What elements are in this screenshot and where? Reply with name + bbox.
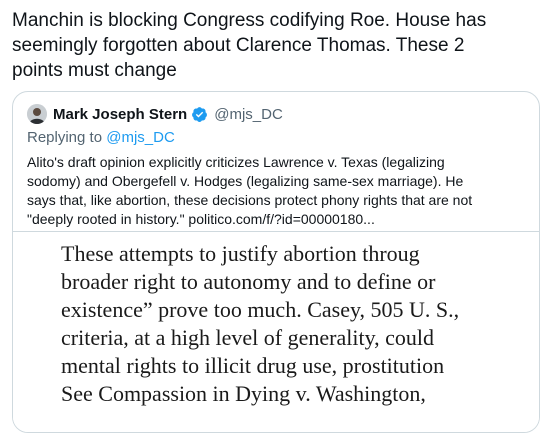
quoted-text-line: sodomy) and Obergefell v. Hodges (legali… bbox=[27, 173, 464, 189]
replying-to: Replying to @mjs_DC bbox=[27, 129, 175, 146]
scanned-opinion-text: These attempts to justify abortion throu… bbox=[61, 240, 459, 408]
quoted-tweet-card[interactable]: Mark Joseph Stern @mjs_DC Replying to @m… bbox=[12, 91, 540, 433]
quoted-text-line: "deeply rooted in history." politico.com… bbox=[27, 211, 375, 227]
replying-to-handle[interactable]: @mjs_DC bbox=[106, 129, 175, 146]
tweet-text-line: Manchin is blocking Congress codifying R… bbox=[12, 10, 487, 31]
quoted-tweet-image[interactable]: These attempts to justify abortion throu… bbox=[13, 231, 539, 432]
author-avatar[interactable] bbox=[27, 104, 47, 124]
tweet-text-line: points must change bbox=[12, 60, 177, 81]
scanned-text-line: criteria, at a high level of generality,… bbox=[61, 325, 435, 350]
scanned-text-line: mental rights to illicit drug use, prost… bbox=[61, 353, 445, 378]
author-handle[interactable]: @mjs_DC bbox=[214, 106, 283, 123]
scanned-text-line: See Compassion in Dying v. Washington, bbox=[61, 381, 426, 406]
quoted-tweet-header: Mark Joseph Stern @mjs_DC bbox=[27, 103, 283, 125]
tweet-text-line: seemingly forgotten about Clarence Thoma… bbox=[12, 35, 465, 56]
scanned-text-line: broader right to autonomy and to define … bbox=[61, 269, 436, 294]
author-name[interactable]: Mark Joseph Stern bbox=[53, 106, 187, 123]
replying-to-label: Replying to bbox=[27, 129, 103, 146]
quoted-tweet-text: Alito's draft opinion explicitly critici… bbox=[27, 153, 527, 229]
scanned-text-line: existence” prove too much. Casey, 505 U.… bbox=[61, 297, 460, 322]
tweet-text: Manchin is blocking Congress codifying R… bbox=[12, 8, 542, 83]
verified-badge-icon bbox=[191, 106, 208, 123]
quoted-text-line: Alito's draft opinion explicitly critici… bbox=[27, 154, 445, 170]
scanned-text-line: These attempts to justify abortion throu… bbox=[61, 241, 420, 266]
quoted-text-line: says that, like abortion, these decision… bbox=[27, 192, 473, 208]
